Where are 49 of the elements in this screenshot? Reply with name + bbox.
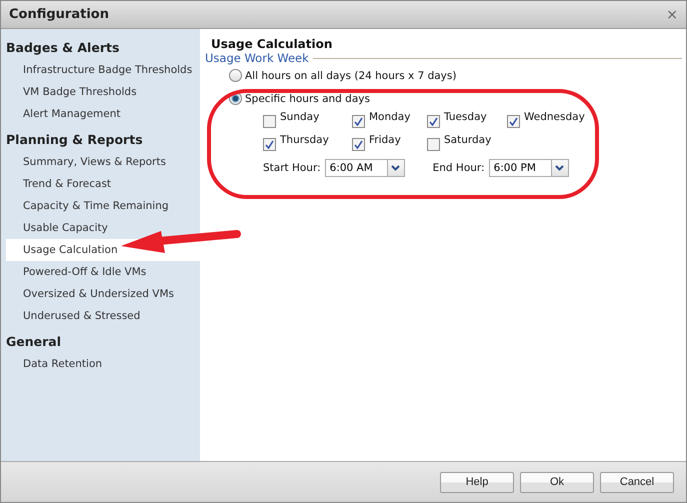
- checkbox-label: Friday: [369, 134, 401, 146]
- sidebar-item[interactable]: Infrastructure Badge Thresholds: [6, 59, 200, 81]
- checkbox-label: Sunday: [280, 111, 320, 123]
- check-icon: [265, 140, 274, 149]
- end-hour-dropdown[interactable]: 6:00 PM: [488, 159, 569, 177]
- checkbox-label: Tuesday: [444, 111, 487, 123]
- checkbox[interactable]: [427, 115, 440, 128]
- dialog-button[interactable]: Help: [440, 472, 514, 492]
- checkbox[interactable]: [263, 115, 276, 128]
- check-icon: [509, 117, 518, 126]
- checkbox[interactable]: [507, 115, 520, 128]
- sidebar-item[interactable]: Capacity & Time Remaining: [6, 195, 200, 217]
- checkbox[interactable]: [352, 138, 365, 151]
- sidebar-item[interactable]: Trend & Forecast: [6, 173, 200, 195]
- sidebar-item[interactable]: Usable Capacity: [6, 217, 200, 239]
- radio-button[interactable]: [229, 69, 242, 82]
- sidebar-heading: Badges & Alerts: [5, 39, 120, 57]
- check-icon: [429, 117, 438, 126]
- checkbox[interactable]: [352, 115, 365, 128]
- sidebar-item[interactable]: Powered-Off & Idle VMs: [6, 261, 200, 283]
- checkbox[interactable]: [263, 138, 276, 151]
- sidebar-heading: Planning & Reports: [5, 131, 144, 149]
- checkbox[interactable]: [427, 138, 440, 151]
- window-title: Configuration: [9, 7, 109, 22]
- checkbox-label: Wednesday: [524, 111, 585, 123]
- radio-label: All hours on all days (24 hours x 7 days): [245, 70, 456, 82]
- section-title: Usage Work Week: [205, 51, 309, 65]
- radio-label: Specific hours and days: [245, 92, 370, 104]
- sidebar-item[interactable]: Summary, Views & Reports: [6, 151, 200, 173]
- checkbox-label: Thursday: [280, 134, 329, 146]
- caret-icon: [555, 165, 564, 171]
- dialog-button[interactable]: Ok: [520, 472, 594, 492]
- sidebar-item[interactable]: Underused & Stressed: [6, 305, 200, 327]
- start-hour-dropdown[interactable]: 6:00 AM: [324, 159, 405, 177]
- sidebar-item[interactable]: Oversized & Undersized VMs: [6, 283, 200, 305]
- sidebar-item[interactable]: Data Retention: [6, 353, 200, 375]
- dialog-button[interactable]: Cancel: [600, 472, 674, 492]
- close-button[interactable]: ×: [666, 6, 678, 22]
- caret-icon: [391, 165, 400, 171]
- sidebar-item[interactable]: VM Badge Thresholds: [6, 81, 200, 103]
- sidebar-item[interactable]: Alert Management: [6, 103, 200, 125]
- checkbox-label: Monday: [369, 111, 410, 123]
- sidebar-heading: General: [5, 333, 62, 351]
- checkbox-label: Saturday: [444, 134, 492, 146]
- check-icon: [354, 140, 363, 149]
- field-label: Start Hour:: [263, 162, 321, 174]
- page-title: Usage Calculation: [210, 37, 334, 51]
- field-label: End Hour:: [432, 162, 485, 174]
- check-icon: [354, 117, 363, 126]
